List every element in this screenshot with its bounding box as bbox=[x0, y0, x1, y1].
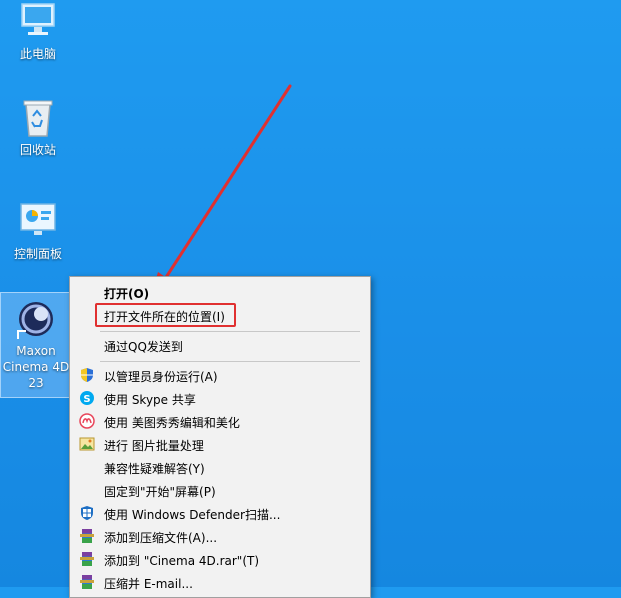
desktop-icon-label: Maxon Cinema 4D 23 bbox=[2, 344, 70, 390]
winrar-icon bbox=[80, 575, 94, 589]
menu-item-qq-send[interactable]: 通过QQ发送到 bbox=[70, 334, 370, 356]
menu-item-defender-scan[interactable]: 使用 Windows Defender扫描... bbox=[70, 502, 370, 524]
desktop-icon-recycle-bin[interactable]: 回收站 bbox=[2, 96, 74, 158]
winrar-icon bbox=[80, 529, 94, 543]
desktop-icon-label: 控制面板 bbox=[13, 247, 62, 261]
menu-item-add-to-rar[interactable]: 添加到 "Cinema 4D.rar"(T) bbox=[70, 548, 370, 570]
highlight-box bbox=[95, 303, 236, 327]
menu-separator bbox=[100, 331, 360, 332]
meitu-icon bbox=[79, 413, 95, 429]
control-panel-icon bbox=[20, 203, 56, 235]
menu-item-compatibility[interactable]: 兼容性疑难解答(Y) bbox=[70, 456, 370, 478]
shield-icon bbox=[81, 368, 93, 382]
defender-shield-icon bbox=[81, 506, 93, 520]
menu-item-run-as-admin[interactable]: 以管理员身份运行(A) bbox=[70, 364, 370, 386]
cinema4d-icon bbox=[17, 302, 53, 339]
menu-item-open[interactable]: 打开(O) bbox=[70, 281, 370, 303]
recycle-bin-icon bbox=[23, 100, 53, 137]
menu-item-batch-image[interactable]: 进行 图片批量处理 bbox=[70, 433, 370, 455]
menu-item-skype-share[interactable]: S 使用 Skype 共享 bbox=[70, 387, 370, 409]
svg-text:S: S bbox=[83, 394, 90, 405]
desktop-icon-this-pc[interactable]: 此电脑 bbox=[2, 0, 74, 62]
menu-item-add-to-archive[interactable]: 添加到压缩文件(A)... bbox=[70, 525, 370, 547]
desktop-icon-cinema4d[interactable]: Maxon Cinema 4D 23 bbox=[0, 292, 72, 398]
skype-icon: S bbox=[80, 391, 94, 405]
menu-separator bbox=[100, 361, 360, 362]
desktop-icon-control-panel[interactable]: 控制面板 bbox=[2, 200, 74, 262]
desktop-icon-label: 此电脑 bbox=[19, 47, 56, 61]
menu-item-compress-email[interactable]: 压缩并 E-mail... bbox=[70, 571, 370, 593]
menu-item-meitu[interactable]: 使用 美图秀秀编辑和美化 bbox=[70, 410, 370, 432]
image-batch-icon bbox=[79, 437, 95, 451]
menu-item-pin-start[interactable]: 固定到"开始"屏幕(P) bbox=[70, 479, 370, 501]
desktop-icon-label: 回收站 bbox=[19, 143, 56, 157]
winrar-icon bbox=[80, 552, 94, 566]
context-menu: 打开(O) 打开文件所在的位置(I) 通过QQ发送到 以管理员身份运行(A) S… bbox=[69, 276, 371, 598]
computer-icon bbox=[21, 3, 55, 35]
